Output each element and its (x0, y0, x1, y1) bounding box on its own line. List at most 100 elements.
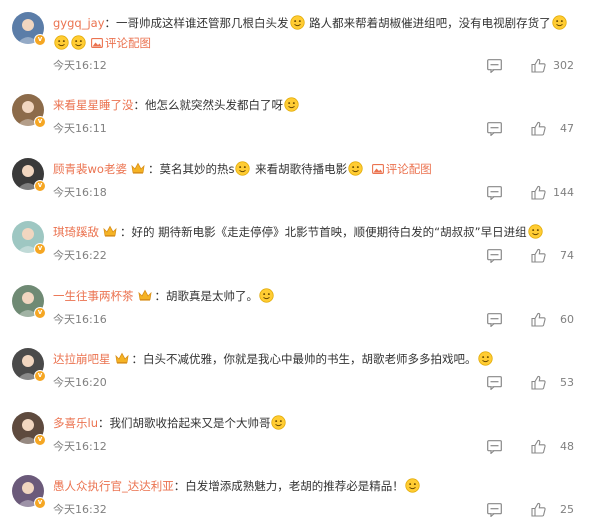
comment-text-line: 达拉崩吧星 ：白头不减优雅，你就是我心中最帅的书生，胡歌老师多多拍戏吧。 (53, 350, 590, 369)
like-count: 144 (553, 185, 574, 199)
thumbs-up-icon[interactable] (531, 312, 546, 327)
comment-body: 多喜乐lu：我们胡歌收拾起来又是个大帅哥 (53, 414, 590, 433)
verified-badge-icon: v (34, 34, 46, 46)
emoji-icon (235, 160, 251, 176)
thumbs-up-icon[interactable] (531, 502, 546, 517)
comment-username[interactable]: 一生往事两杯茶 (53, 289, 134, 303)
comment-text: ：白发增添成熟魅力，老胡的推荐必是精品！ (173, 479, 404, 493)
reply-icon[interactable] (487, 185, 502, 200)
comment-body: gygq_jay：一哥帅成这样谁还管那几根白头发 路人都来帮着胡椒催进组吧，没有… (53, 14, 590, 53)
comment-text: ：一哥帅成这样谁还管那几根白头发 (104, 16, 289, 30)
verified-badge-icon: v (34, 243, 46, 255)
comment-item-1: v gygq_jay：一哥帅成这样谁还管那几根白头发 路人都来帮着胡椒催进组吧，… (0, 4, 600, 86)
reply-icon[interactable] (487, 122, 502, 136)
comment-text: ：我们胡歌收拾起来又是个大帅哥 (97, 415, 271, 430)
like-count: 48 (560, 439, 574, 453)
verified-badge-icon: v (34, 116, 46, 128)
reply-icon[interactable] (487, 439, 502, 454)
comment-text: ：莫名其妙的热s (147, 161, 235, 176)
picture-icon (371, 163, 384, 174)
comment-item-2: v 来看星星睡了没：他怎么就突然头发都白了呀 今天16:11 47 (0, 86, 600, 150)
comment-list: v gygq_jay：一哥帅成这样谁还管那几根白头发 路人都来帮着胡椒催进组吧，… (0, 0, 600, 517)
like-count: 53 (560, 376, 574, 389)
reply-icon[interactable] (487, 249, 502, 263)
reply-icon[interactable] (487, 59, 502, 73)
comment-picture-link[interactable]: 评论配图 (386, 162, 432, 176)
like-count: 74 (560, 249, 574, 262)
thumbs-up-icon[interactable] (531, 58, 546, 73)
comment-body: 达拉崩吧星 ：白头不减优雅，你就是我心中最帅的书生，胡歌老师多多拍戏吧。 (53, 350, 590, 369)
comment-text: ：他怎么就突然头发都白了呀 (133, 98, 284, 112)
comment-text-line: 一生往事两杯茶 ：胡歌真是太帅了。 (53, 287, 590, 306)
comment-text-line: 琪琦蹊敌 ：好的 期待新电影《走走停停》北影节首映，顺便期待白发的“胡叔叔”早日进… (53, 223, 590, 242)
comment-text: ：白头不减优雅，你就是我心中最帅的书生，胡歌老师多多拍戏吧。 (131, 352, 477, 366)
comment-text-line: 来看星星睡了没：他怎么就突然头发都白了呀 (53, 96, 590, 115)
comment-picture-link[interactable]: 评论配图 (105, 36, 151, 50)
comment-username[interactable]: 琪琦蹊敌 (53, 225, 99, 239)
comment-username[interactable]: 达拉崩吧星 (53, 352, 111, 366)
emoji-icon (477, 351, 493, 366)
comment-text-line: 顾青裴wo老婆 ：莫名其妙的热s 来看胡歌待播电影 评论配图 (53, 160, 590, 179)
comment-text: 路人都来帮着胡椒催进组吧，没有电视剧存货了 (305, 16, 551, 30)
comment-text: 来看胡歌待播电影 (251, 161, 348, 176)
comment-time: 今天16:12 (53, 439, 107, 453)
comment-time: 今天16:11 (53, 122, 107, 135)
comment-body: 顾青裴wo老婆 ：莫名其妙的热s 来看胡歌待播电影 评论配图 (53, 160, 590, 179)
verified-badge-icon: v (34, 179, 46, 192)
comment-body: 愚人众执行官_达达利亚：白发增添成熟魅力，老胡的推荐必是精品！ (53, 477, 590, 496)
crown-icon (137, 289, 152, 301)
verified-badge-icon: v (34, 306, 46, 319)
thumbs-up-icon[interactable] (531, 248, 546, 263)
comment-username[interactable]: 愚人众执行官_达达利亚 (53, 479, 174, 493)
comment-time: 今天16:20 (53, 376, 107, 389)
verified-badge-icon: v (34, 497, 46, 509)
comment-time: 今天16:32 (53, 503, 107, 516)
comment-time: 今天16:18 (53, 185, 107, 199)
verified-badge-icon: v (34, 370, 46, 382)
comment-text-line: 多喜乐lu：我们胡歌收拾起来又是个大帅哥 (53, 414, 590, 433)
reply-icon[interactable] (487, 376, 502, 390)
crown-icon (131, 162, 145, 174)
emoji-icon (527, 224, 543, 239)
comment-text: ：胡歌真是太帅了。 (154, 288, 259, 303)
comment-username[interactable]: 来看星星睡了没 (53, 98, 134, 112)
thumbs-up-icon[interactable] (531, 439, 546, 454)
comment-item-7: v 多喜乐lu：我们胡歌收拾起来又是个大帅哥 今天16:12 48 (0, 404, 600, 468)
reply-icon[interactable] (487, 312, 502, 327)
emoji-icon (71, 35, 86, 50)
comment-username[interactable]: gygq_jay (53, 16, 105, 30)
comment-body: 来看星星睡了没：他怎么就突然头发都白了呀 (53, 96, 590, 115)
like-count: 302 (553, 59, 574, 72)
comment-time: 今天16:16 (53, 312, 107, 326)
emoji-icon (271, 414, 287, 430)
emoji-icon (54, 35, 69, 50)
comment-username[interactable]: 多喜乐lu (53, 416, 98, 430)
emoji-icon (259, 287, 274, 303)
emoji-icon (405, 478, 420, 493)
comment-username[interactable]: 顾青裴wo老婆 (53, 162, 127, 176)
like-count: 47 (560, 122, 574, 135)
comment-item-3: v 顾青裴wo老婆 ：莫名其妙的热s 来看胡歌待播电影 评论配图 今天16:18 … (0, 150, 600, 214)
comment-body: 一生往事两杯茶 ：胡歌真是太帅了。 (53, 287, 590, 306)
comment-item-6: v 达拉崩吧星 ：白头不减优雅，你就是我心中最帅的书生，胡歌老师多多拍戏吧。 今天… (0, 340, 600, 404)
comment-text: ：好的 期待新电影《走走停停》北影节首映，顺便期待白发的“胡叔叔”早日进组 (120, 225, 527, 239)
emoji-icon (348, 160, 363, 176)
like-count: 60 (560, 312, 574, 326)
comment-item-4: v 琪琦蹊敌 ：好的 期待新电影《走走停停》北影节首映，顺便期待白发的“胡叔叔”早… (0, 213, 600, 277)
emoji-icon (284, 97, 299, 112)
comment-text-line: 愚人众执行官_达达利亚：白发增添成熟魅力，老胡的推荐必是精品！ (53, 477, 590, 496)
comment-time: 今天16:22 (53, 249, 107, 262)
thumbs-up-icon[interactable] (531, 185, 546, 200)
like-count: 25 (560, 503, 574, 516)
crown-icon (114, 352, 129, 364)
verified-badge-icon: v (34, 433, 46, 446)
emoji-icon (289, 15, 305, 30)
comment-item-8: v 愚人众执行官_达达利亚：白发增添成熟魅力，老胡的推荐必是精品！ 今天16:3… (0, 467, 600, 517)
thumbs-up-icon[interactable] (531, 121, 546, 136)
reply-icon[interactable] (487, 503, 502, 517)
comment-text-line: gygq_jay：一哥帅成这样谁还管那几根白头发 路人都来帮着胡椒催进组吧，没有… (53, 14, 590, 33)
crown-icon (103, 225, 117, 237)
picture-icon (91, 38, 103, 48)
comment-text-line: 评论配图 (53, 34, 590, 53)
thumbs-up-icon[interactable] (531, 375, 546, 390)
